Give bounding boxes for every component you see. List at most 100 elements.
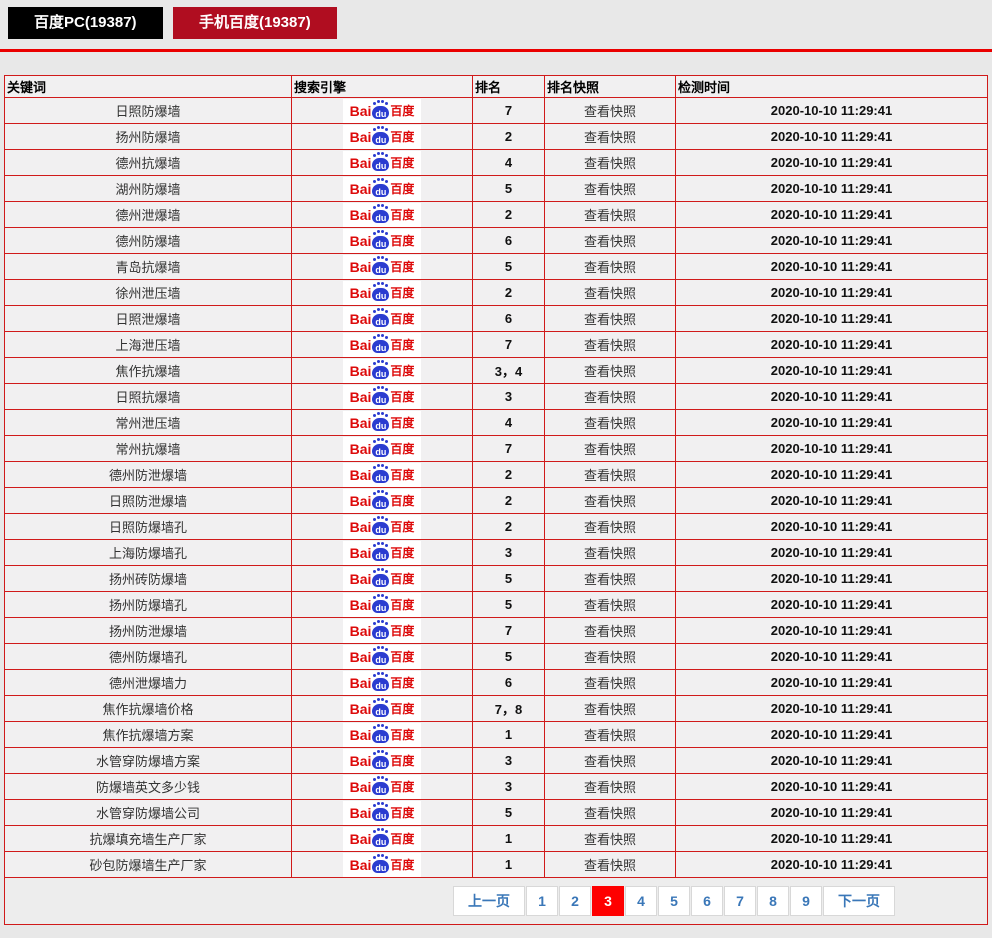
baidu-logo-bai-text: Bai	[350, 389, 372, 405]
rank-cell: 4	[473, 410, 545, 436]
baidu-logo-du-text: du	[372, 811, 389, 821]
baidu-logo: Baidu百度	[343, 359, 421, 383]
snapshot-cell: 查看快照	[545, 488, 676, 514]
view-snapshot-link[interactable]: 查看快照	[584, 858, 636, 873]
prev-page-button[interactable]: 上一页	[453, 886, 525, 916]
baidu-paw-icon: du	[372, 418, 389, 431]
header-search-engine: 搜索引擎	[292, 76, 473, 98]
view-snapshot-link[interactable]: 查看快照	[584, 572, 636, 587]
check-time-cell: 2020-10-10 11:29:41	[676, 566, 988, 592]
baidu-logo-hanzi-text: 百度	[390, 752, 414, 769]
page-button[interactable]: 6	[691, 886, 723, 916]
page-button[interactable]: 5	[658, 886, 690, 916]
view-snapshot-link[interactable]: 查看快照	[584, 832, 636, 847]
snapshot-cell: 查看快照	[545, 436, 676, 462]
check-time-cell: 2020-10-10 11:29:41	[676, 306, 988, 332]
check-time-cell: 2020-10-10 11:29:41	[676, 696, 988, 722]
check-time-cell: 2020-10-10 11:29:41	[676, 462, 988, 488]
view-snapshot-link[interactable]: 查看快照	[584, 442, 636, 457]
baidu-logo-du-text: du	[372, 317, 389, 327]
tab-mobile-baidu[interactable]: 手机百度(19387)	[173, 7, 337, 39]
table-row: 焦作抗爆墙价格 Baidu百度 7，8 查看快照 2020-10-10 11:2…	[5, 696, 988, 722]
baidu-paw-icon: du	[372, 132, 389, 145]
view-snapshot-link[interactable]: 查看快照	[584, 624, 636, 639]
baidu-logo-du-text: du	[372, 135, 389, 145]
baidu-logo: Baidu百度	[343, 229, 421, 253]
page-button[interactable]: 9	[790, 886, 822, 916]
keyword-cell: 日照防泄爆墙	[5, 488, 292, 514]
rank-cell: 7	[473, 98, 545, 124]
view-snapshot-link[interactable]: 查看快照	[584, 468, 636, 483]
keyword-cell: 德州防泄爆墙	[5, 462, 292, 488]
view-snapshot-link[interactable]: 查看快照	[584, 494, 636, 509]
page-button-active[interactable]: 3	[592, 886, 624, 916]
header-check-time: 检测时间	[676, 76, 988, 98]
view-snapshot-link[interactable]: 查看快照	[584, 728, 636, 743]
view-snapshot-link[interactable]: 查看快照	[584, 234, 636, 249]
baidu-logo: Baidu百度	[343, 645, 421, 669]
snapshot-cell: 查看快照	[545, 358, 676, 384]
view-snapshot-link[interactable]: 查看快照	[584, 338, 636, 353]
view-snapshot-link[interactable]: 查看快照	[584, 598, 636, 613]
view-snapshot-link[interactable]: 查看快照	[584, 676, 636, 691]
check-time-cell: 2020-10-10 11:29:41	[676, 98, 988, 124]
check-time-cell: 2020-10-10 11:29:41	[676, 202, 988, 228]
view-snapshot-link[interactable]: 查看快照	[584, 156, 636, 171]
baidu-logo-hanzi-text: 百度	[390, 388, 414, 405]
snapshot-cell: 查看快照	[545, 852, 676, 878]
baidu-logo-bai-text: Bai	[350, 545, 372, 561]
baidu-logo-du-text: du	[372, 577, 389, 587]
view-snapshot-link[interactable]: 查看快照	[584, 416, 636, 431]
view-snapshot-link[interactable]: 查看快照	[584, 286, 636, 301]
view-snapshot-link[interactable]: 查看快照	[584, 806, 636, 821]
view-snapshot-link[interactable]: 查看快照	[584, 390, 636, 405]
baidu-logo-bai-text: Bai	[350, 181, 372, 197]
baidu-logo: Baidu百度	[343, 801, 421, 825]
view-snapshot-link[interactable]: 查看快照	[584, 104, 636, 119]
keyword-cell: 常州抗爆墙	[5, 436, 292, 462]
view-snapshot-link[interactable]: 查看快照	[584, 208, 636, 223]
page-button[interactable]: 1	[526, 886, 558, 916]
view-snapshot-link[interactable]: 查看快照	[584, 650, 636, 665]
baidu-logo-du-text: du	[372, 733, 389, 743]
view-snapshot-link[interactable]: 查看快照	[584, 754, 636, 769]
next-page-button[interactable]: 下一页	[823, 886, 895, 916]
view-snapshot-link[interactable]: 查看快照	[584, 364, 636, 379]
baidu-logo-bai-text: Bai	[350, 649, 372, 665]
baidu-logo: Baidu百度	[343, 437, 421, 461]
page-button[interactable]: 7	[724, 886, 756, 916]
check-time-cell: 2020-10-10 11:29:41	[676, 332, 988, 358]
view-snapshot-link[interactable]: 查看快照	[584, 780, 636, 795]
page-button[interactable]: 8	[757, 886, 789, 916]
search-engine-cell: Baidu百度	[292, 202, 473, 228]
search-engine-cell: Baidu百度	[292, 410, 473, 436]
keyword-cell: 扬州防泄爆墙	[5, 618, 292, 644]
view-snapshot-link[interactable]: 查看快照	[584, 546, 636, 561]
baidu-logo-bai-text: Bai	[350, 337, 372, 353]
view-snapshot-link[interactable]: 查看快照	[584, 182, 636, 197]
search-engine-cell: Baidu百度	[292, 176, 473, 202]
table-row: 焦作抗爆墙方案 Baidu百度 1 查看快照 2020-10-10 11:29:…	[5, 722, 988, 748]
view-snapshot-link[interactable]: 查看快照	[584, 130, 636, 145]
baidu-logo: Baidu百度	[343, 593, 421, 617]
view-snapshot-link[interactable]: 查看快照	[584, 520, 636, 535]
keyword-cell: 防爆墙英文多少钱	[5, 774, 292, 800]
view-snapshot-link[interactable]: 查看快照	[584, 702, 636, 717]
page-button[interactable]: 4	[625, 886, 657, 916]
table-row: 防爆墙英文多少钱 Baidu百度 3 查看快照 2020-10-10 11:29…	[5, 774, 988, 800]
keyword-cell: 日照防爆墙孔	[5, 514, 292, 540]
view-snapshot-link[interactable]: 查看快照	[584, 312, 636, 327]
search-engine-cell: Baidu百度	[292, 722, 473, 748]
baidu-logo-hanzi-text: 百度	[390, 544, 414, 561]
search-engine-cell: Baidu百度	[292, 306, 473, 332]
baidu-paw-icon: du	[372, 522, 389, 535]
search-engine-cell: Baidu百度	[292, 852, 473, 878]
rank-cell: 3	[473, 774, 545, 800]
baidu-logo-hanzi-text: 百度	[390, 856, 414, 873]
page-button[interactable]: 2	[559, 886, 591, 916]
tab-baidu-pc[interactable]: 百度PC(19387)	[8, 7, 163, 39]
view-snapshot-link[interactable]: 查看快照	[584, 260, 636, 275]
table-row: 砂包防爆墙生产厂家 Baidu百度 1 查看快照 2020-10-10 11:2…	[5, 852, 988, 878]
snapshot-cell: 查看快照	[545, 462, 676, 488]
snapshot-cell: 查看快照	[545, 280, 676, 306]
